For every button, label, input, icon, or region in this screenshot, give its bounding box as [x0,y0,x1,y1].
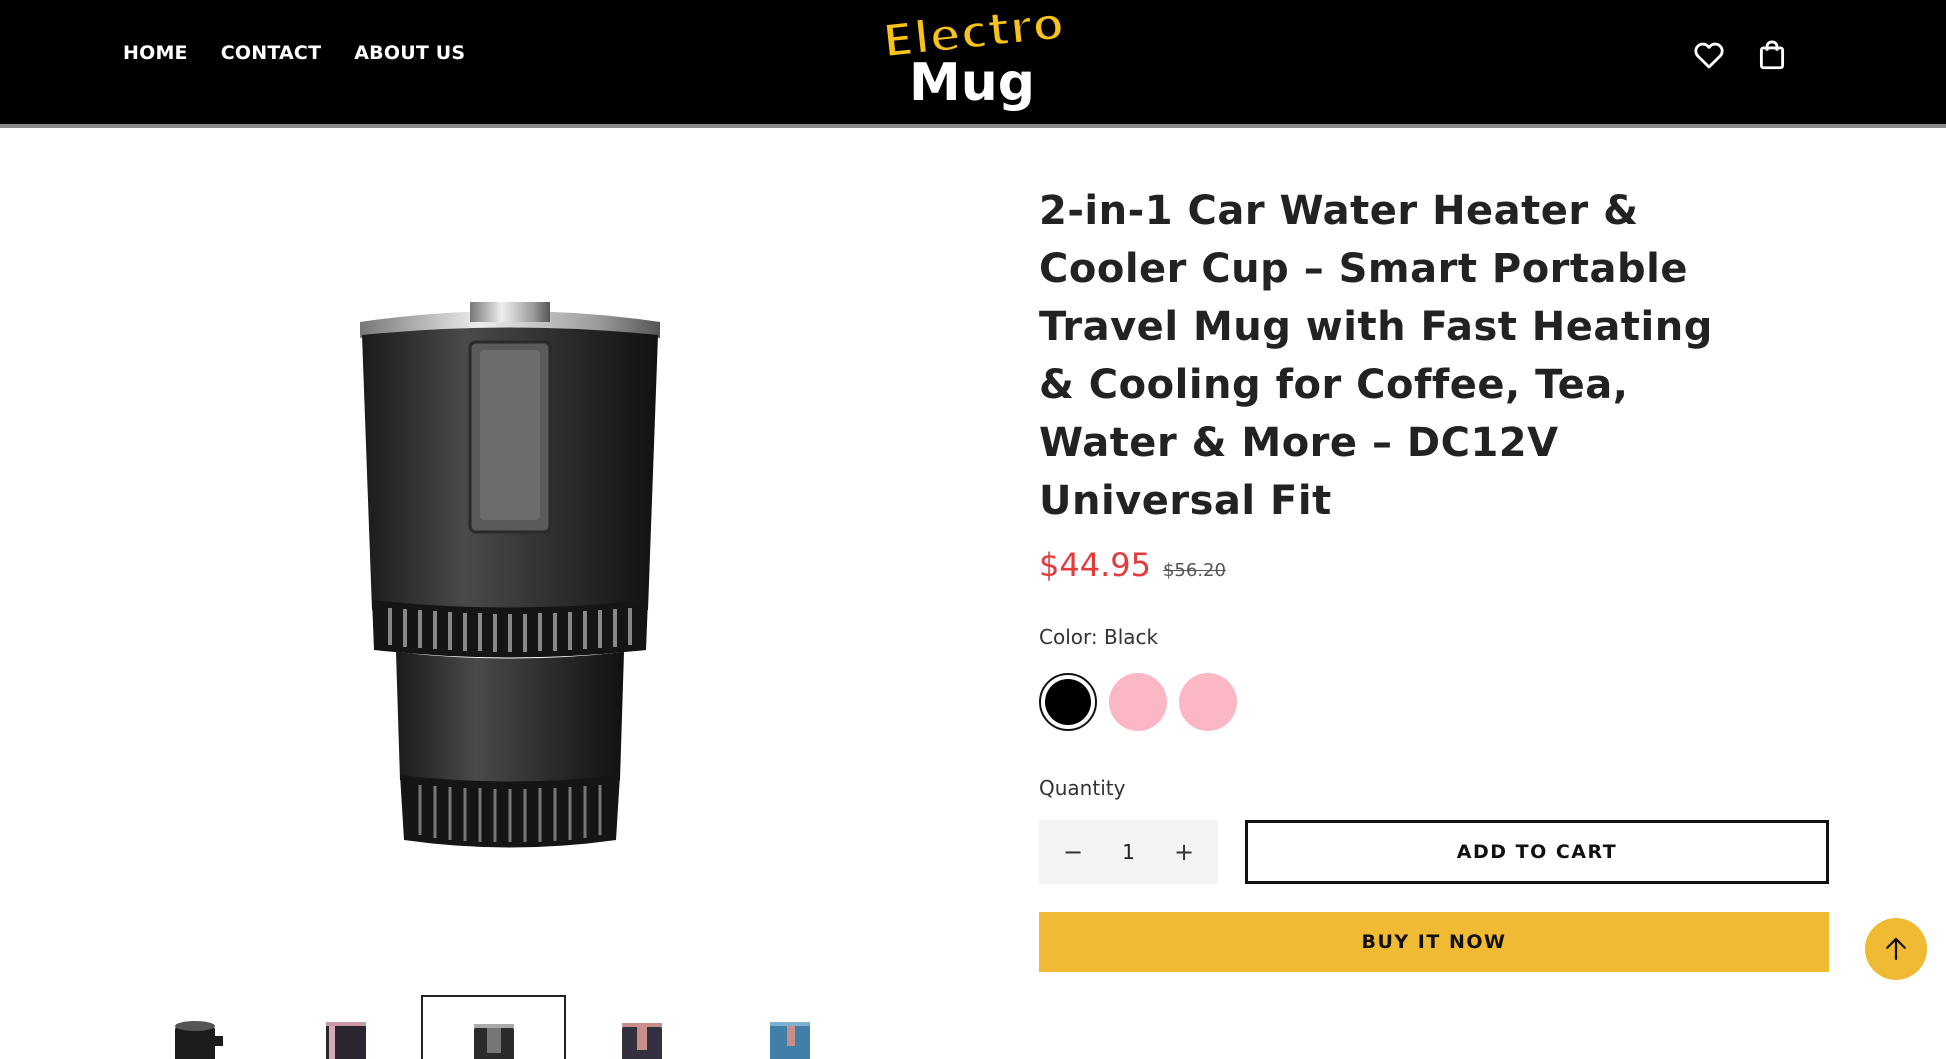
thumbnail-1[interactable] [125,995,270,1059]
quantity-increase-button[interactable]: + [1168,836,1200,868]
quantity-input[interactable] [1103,840,1154,864]
heart-icon [1694,42,1724,69]
back-to-top-button[interactable] [1865,918,1927,980]
sale-price: $44.95 [1039,546,1151,584]
site-header: HOME CONTACT ABOUT US Electro Mug [0,0,1946,124]
logo-text-mug: Mug [909,53,1035,113]
thumbnail-cup-image [769,1022,810,1059]
thumbnail-strip [125,995,862,1059]
thumbnail-cup-image [621,1023,662,1059]
color-label-text: Color: [1039,625,1098,649]
main-nav: HOME CONTACT ABOUT US [123,42,465,64]
nav-home-link[interactable]: HOME [123,42,188,64]
color-swatches [1039,673,1237,731]
cup-image [360,302,660,848]
cart-button[interactable] [1755,38,1789,72]
logo-graphic: Electro Mug [878,0,1068,113]
thumbnail-5[interactable] [717,995,862,1059]
quantity-label: Quantity [1039,776,1126,800]
wishlist-button[interactable] [1692,38,1726,72]
swatch-fill [1179,673,1237,731]
shopping-bag-icon [1759,40,1785,70]
thumbnail-4[interactable] [569,995,714,1059]
thumbnail-3[interactable] [421,995,566,1059]
product-title: 2-in-1 Car Water Heater & Cooler Cup – S… [1039,188,1713,524]
color-label: Color: Black [1039,625,1158,649]
selected-color-value: Black [1103,625,1159,649]
nav-contact-link[interactable]: CONTACT [221,42,322,64]
compare-price: $56.20 [1162,560,1226,581]
swatch-pink-2[interactable] [1179,673,1237,731]
thumbnail-cup-image [473,1024,514,1059]
product-main-image[interactable] [330,280,690,880]
buy-it-now-button[interactable]: BUY IT NOW [1039,912,1829,972]
swatch-pink-1[interactable] [1109,673,1167,731]
add-to-cart-button[interactable]: ADD TO CART [1245,820,1829,884]
quantity-decrease-button[interactable]: − [1057,836,1089,868]
swatch-fill [1109,673,1167,731]
header-divider [0,124,1946,128]
thumbnail-cup-image [174,1021,223,1059]
site-logo[interactable]: Electro Mug [862,0,1082,116]
swatch-black[interactable] [1039,673,1097,731]
swatch-fill [1045,679,1091,725]
arrow-up-icon [1886,937,1906,961]
nav-about-link[interactable]: ABOUT US [354,42,465,64]
quantity-stepper: − + [1039,820,1218,884]
thumbnail-2[interactable] [273,995,418,1059]
price-row: $44.95 $56.20 [1039,546,1226,584]
thumbnail-cup-image [325,1022,366,1059]
